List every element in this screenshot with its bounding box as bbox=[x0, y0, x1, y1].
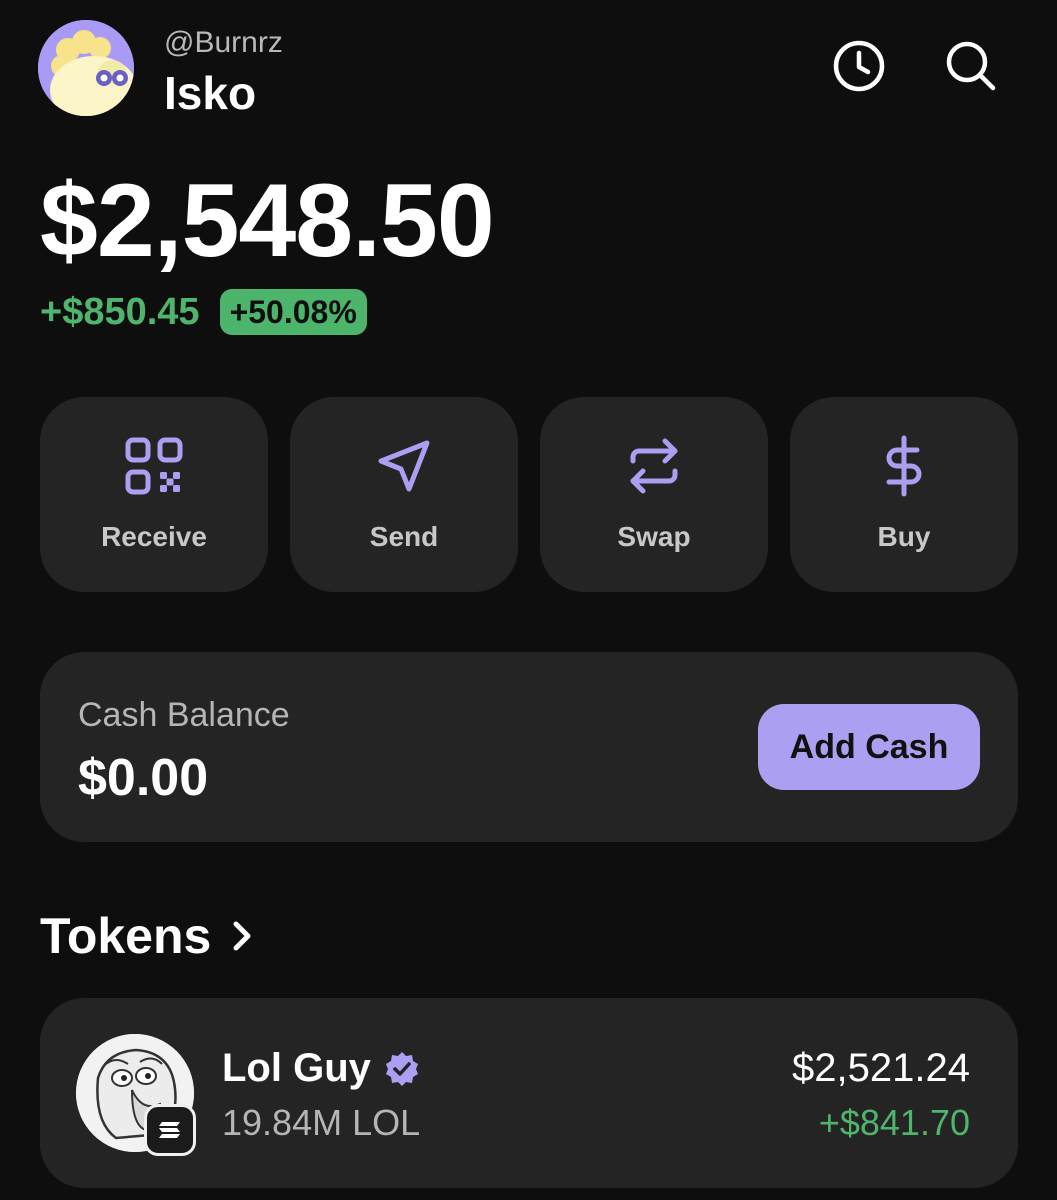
solana-icon bbox=[159, 1122, 180, 1138]
token-value: $2,521.24 bbox=[792, 1046, 970, 1090]
swap-icon bbox=[630, 438, 678, 494]
search-button[interactable] bbox=[941, 36, 1001, 96]
qr-code-icon bbox=[125, 437, 183, 495]
user-handle: @Burnrz bbox=[164, 26, 283, 59]
balance-change-percent-badge: +50.08% bbox=[219, 289, 367, 335]
add-cash-button[interactable]: Add Cash bbox=[758, 704, 980, 790]
chain-badge bbox=[144, 1104, 196, 1156]
dollar-icon bbox=[886, 435, 922, 497]
chevron-right-icon bbox=[233, 921, 251, 951]
clock-icon bbox=[833, 40, 885, 92]
history-button[interactable] bbox=[829, 36, 889, 96]
swap-button[interactable]: Swap bbox=[540, 397, 768, 592]
token-name: Lol Guy bbox=[222, 1046, 371, 1090]
tokens-title: Tokens bbox=[40, 908, 212, 964]
swap-label: Swap bbox=[617, 521, 691, 552]
tokens-section-link[interactable]: Tokens bbox=[40, 906, 259, 966]
send-label: Send bbox=[369, 521, 439, 552]
receive-label: Receive bbox=[101, 521, 207, 552]
token-change: +$841.70 bbox=[818, 1102, 970, 1143]
username: Isko bbox=[164, 67, 257, 119]
search-icon bbox=[946, 41, 996, 91]
send-icon bbox=[378, 440, 430, 492]
buy-label: Buy bbox=[877, 521, 931, 552]
avatar-image bbox=[38, 20, 134, 116]
wallet-home-screen: @Burnrz Isko $2,548.50 +$850.45 +50.08% bbox=[0, 0, 1057, 1200]
buy-button[interactable]: Buy bbox=[790, 397, 1018, 592]
token-amount: 19.84M LOL bbox=[222, 1102, 421, 1143]
cash-balance-label: Cash Balance bbox=[78, 696, 290, 734]
verified-badge-icon bbox=[385, 1051, 418, 1086]
balance-change-row: +$850.45 +50.08% bbox=[40, 288, 367, 336]
cash-balance-value: $0.00 bbox=[78, 749, 209, 807]
quick-actions: Receive Send Swap Buy bbox=[40, 397, 1018, 592]
token-name-row: Lol Guy bbox=[222, 1046, 421, 1091]
cash-balance-card: Cash Balance $0.00 Add Cash bbox=[40, 652, 1018, 842]
header: @Burnrz Isko bbox=[38, 18, 1019, 119]
total-balance: $2,548.50 bbox=[40, 163, 495, 279]
balance-change-amount: +$850.45 bbox=[40, 290, 200, 333]
avatar[interactable] bbox=[38, 20, 134, 116]
receive-button[interactable]: Receive bbox=[40, 397, 268, 592]
send-button[interactable]: Send bbox=[290, 397, 518, 592]
token-row[interactable]: Lol Guy 19.84M LOL $2,521.24 +$841.70 bbox=[40, 998, 1018, 1188]
